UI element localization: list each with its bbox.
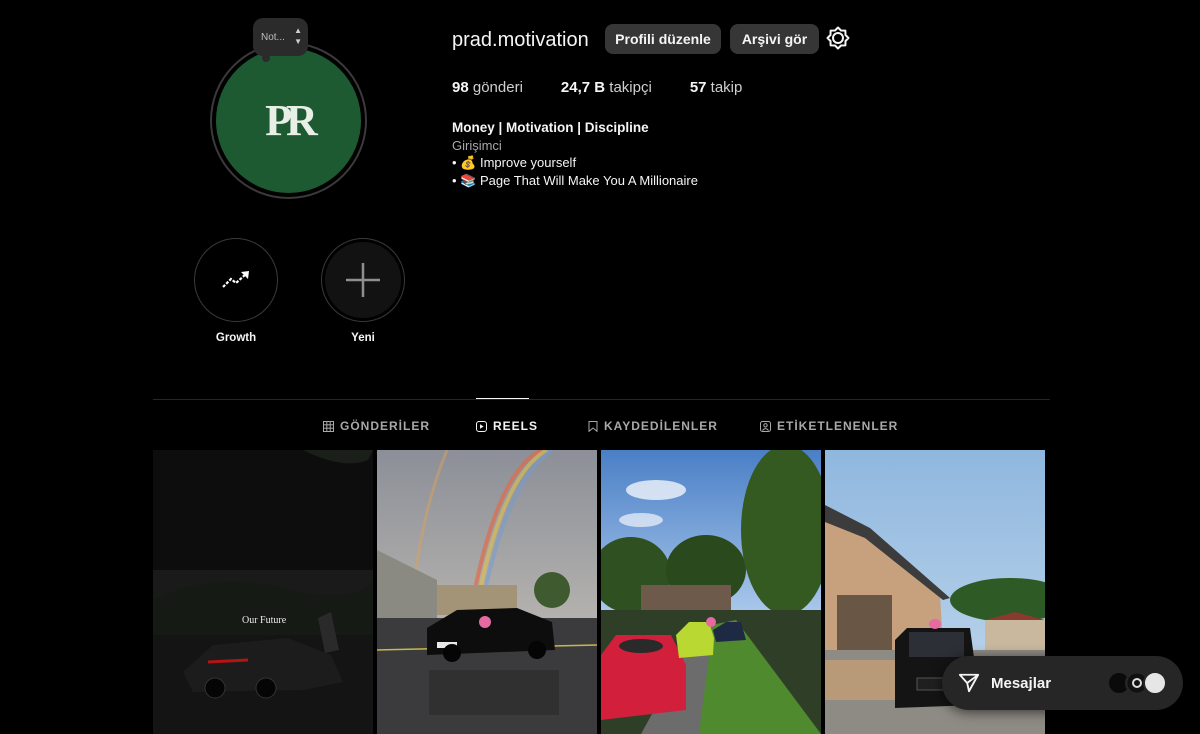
view-archive-button[interactable]: Arşivi gör xyxy=(730,24,819,54)
messages-avatars xyxy=(1107,671,1167,695)
following-count: 57 xyxy=(689,79,707,96)
note-scroll-arrows-icon: ▲ ▼ xyxy=(294,26,302,46)
plus-icon xyxy=(346,263,380,297)
profile-stats: 98 gönderi 24,7 B takipçi 57 takip xyxy=(452,79,780,96)
bio-name: Money | Motivation | Discipline xyxy=(452,120,649,135)
highlight-ring[interactable] xyxy=(321,238,405,322)
tab-label: KAYDEDİLENLER xyxy=(604,419,718,433)
posts-stat: 98 gönderi xyxy=(452,79,523,96)
bookmark-icon xyxy=(588,420,598,432)
profile-username: prad.motivation xyxy=(452,29,589,51)
tab-saved[interactable]: KAYDEDİLENLER xyxy=(588,419,718,433)
tab-label: GÖNDERİLER xyxy=(340,419,431,433)
posts-label: gönderi xyxy=(472,79,523,96)
highlight-label: Growth xyxy=(215,332,257,344)
active-tab-indicator xyxy=(476,398,529,399)
reel-thumbnail[interactable] xyxy=(601,450,821,734)
reel-thumbnail[interactable]: Our Future xyxy=(153,450,373,734)
avatar xyxy=(1143,671,1167,695)
bio-line-2: • 📚 Page That Will Make You A Millionair… xyxy=(452,172,698,188)
tabs-divider xyxy=(153,399,1050,400)
reels-icon xyxy=(476,420,487,432)
note-text: Not... xyxy=(261,31,285,43)
settings-gear-icon[interactable] xyxy=(826,26,850,50)
tagged-icon xyxy=(760,420,771,432)
reel-image xyxy=(377,450,597,734)
reel-image xyxy=(601,450,821,734)
followers-stat[interactable]: 24,7 B takipçi xyxy=(561,79,652,96)
highlight-cover xyxy=(198,242,274,318)
trend-up-icon xyxy=(222,271,249,288)
posts-count: 98 xyxy=(452,79,469,96)
note-bubble[interactable]: Not... ▲ ▼ xyxy=(253,18,308,56)
tab-label: REELS xyxy=(493,419,539,433)
highlight-label: Yeni xyxy=(351,332,375,344)
messages-button[interactable]: Mesajlar xyxy=(942,656,1183,710)
tab-reels[interactable]: REELS xyxy=(476,419,538,433)
profile-avatar[interactable]: PR xyxy=(216,48,361,193)
reel-caption: Our Future xyxy=(242,615,287,626)
avatar-monogram: PR xyxy=(265,96,318,145)
following-label: takip xyxy=(710,79,743,96)
bio-line-1: • 💰 Improve yourself xyxy=(452,155,577,170)
highlight-growth[interactable]: Growth xyxy=(194,238,278,344)
tab-posts[interactable]: GÖNDERİLER xyxy=(323,419,430,433)
profile-avatar-ring[interactable]: PR xyxy=(210,42,367,199)
messages-label: Mesajlar xyxy=(991,674,1052,692)
profile-bio: Money | Motivation | Discipline Girişimc… xyxy=(452,119,698,189)
grid-icon xyxy=(323,420,334,432)
highlight-new[interactable]: Yeni xyxy=(321,238,405,344)
direct-message-icon xyxy=(958,673,980,693)
followers-count: 24,7 B xyxy=(560,79,606,96)
following-stat[interactable]: 57 takip xyxy=(690,79,743,96)
reel-image xyxy=(153,450,373,734)
followers-label: takipçi xyxy=(609,79,652,96)
edit-profile-button[interactable]: Profili düzenle xyxy=(605,24,721,54)
highlight-ring[interactable] xyxy=(194,238,278,322)
tab-tagged[interactable]: ETİKETLENENLER xyxy=(760,419,898,433)
tab-label: ETİKETLENENLER xyxy=(777,419,899,433)
highlight-cover xyxy=(325,242,401,318)
bio-category: Girişimci xyxy=(452,137,502,153)
reel-thumbnail[interactable] xyxy=(377,450,597,734)
